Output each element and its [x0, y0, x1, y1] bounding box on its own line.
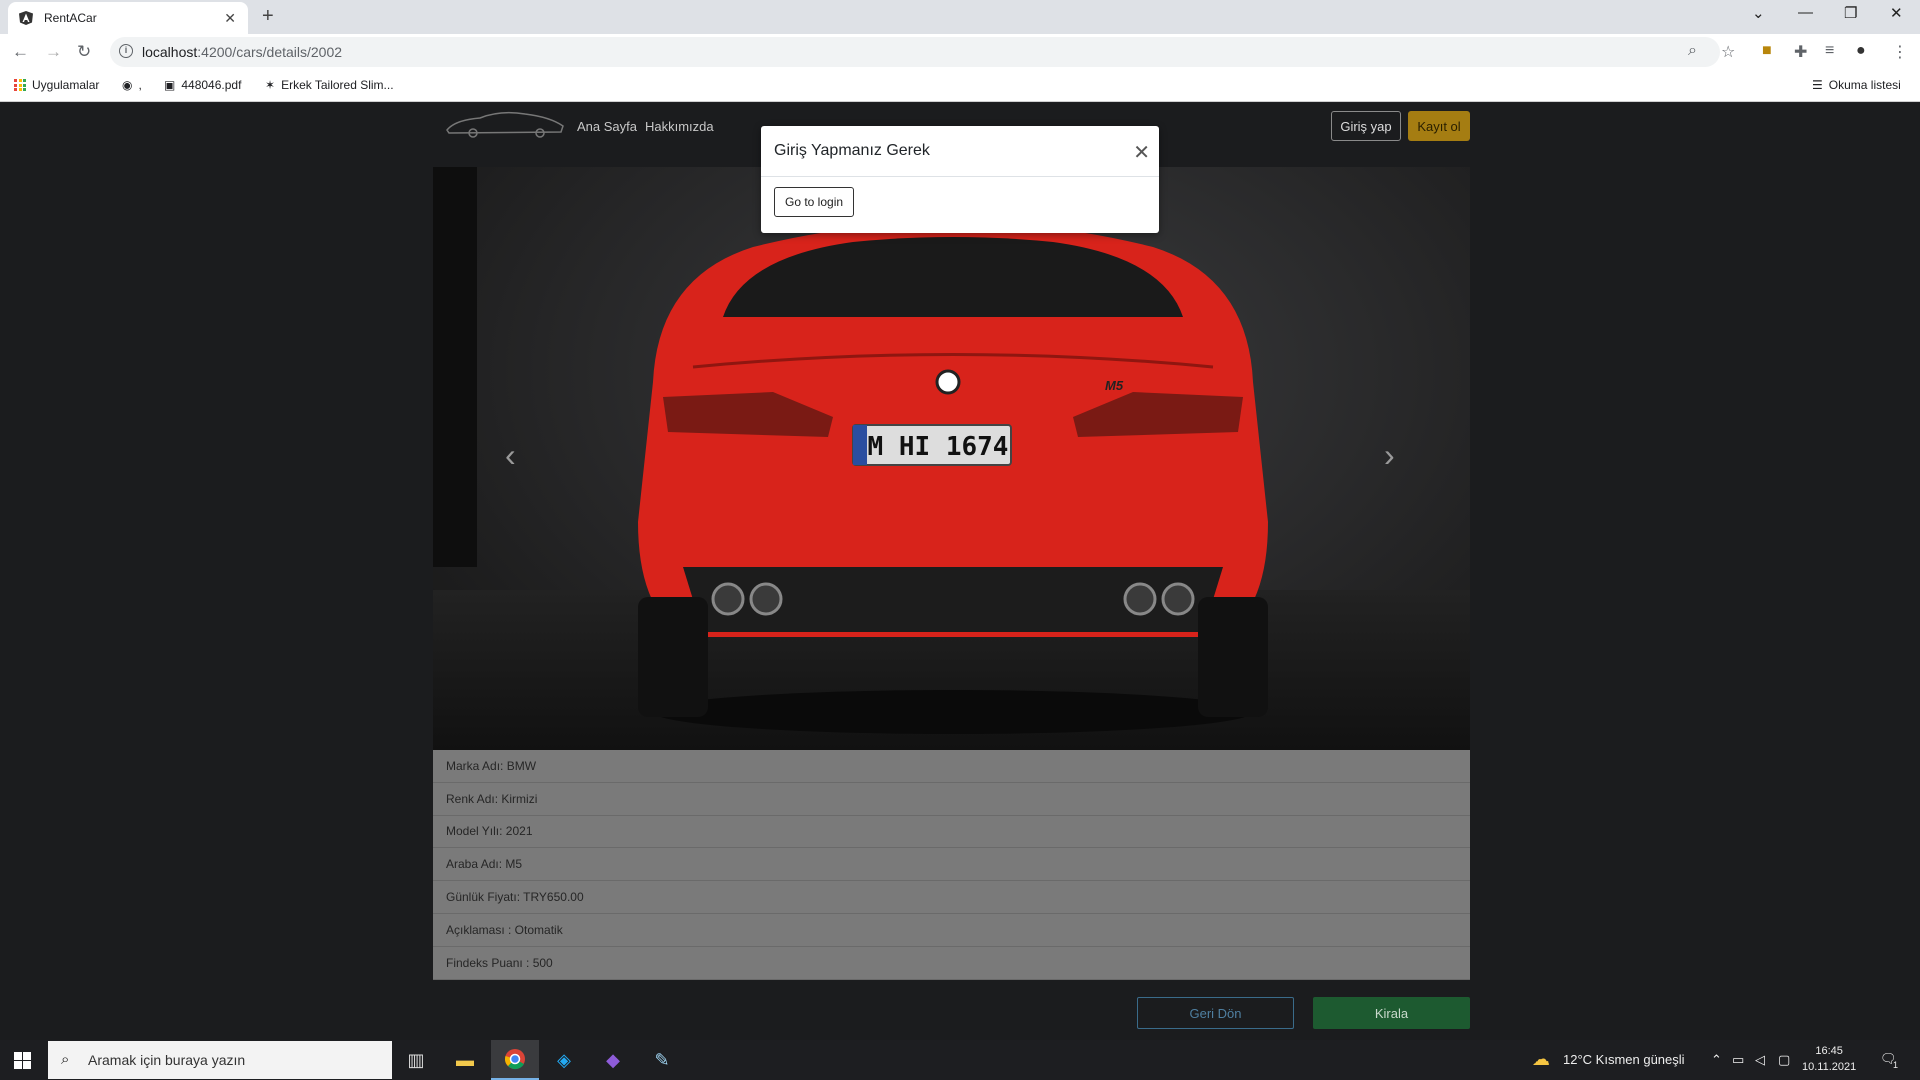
media-queue-icon[interactable]: ≡	[1825, 42, 1834, 60]
back-icon[interactable]: ←	[12, 42, 29, 62]
search-icon: ⌕	[61, 1051, 70, 1068]
new-tab-icon[interactable]: +	[262, 5, 274, 28]
windows-taskbar: ⌕ Aramak için buraya yazın ▥ ▬ ◈ ◆ ✎ ☁ 1…	[0, 1040, 1920, 1080]
login-required-modal: Giriş Yapmanız Gerek ✕ Go to login	[761, 126, 1159, 233]
url-path: :4200/cars/details/2002	[197, 44, 343, 60]
reading-list-icon: ☰	[1812, 78, 1823, 92]
windows-start-icon[interactable]	[14, 1052, 31, 1069]
taskbar-clock[interactable]: 16:45 10.11.2021	[1802, 1043, 1856, 1075]
nav-link-home[interactable]: Ana Sayfa	[577, 119, 637, 134]
detail-description: Açıklaması : Otomatik	[433, 913, 1470, 947]
close-icon[interactable]: ✕	[1133, 140, 1150, 165]
star-icon: ✶	[265, 78, 276, 92]
detail-daily-price: Günlük Fiyatı: TRY650.00	[433, 881, 1470, 914]
detail-findeks-score: Findeks Puanı : 500	[433, 946, 1470, 980]
back-button[interactable]: Geri Dön	[1137, 997, 1294, 1029]
weather-icon[interactable]: ☁	[1532, 1049, 1550, 1070]
extension-icon[interactable]: ■	[1762, 42, 1772, 60]
angular-icon	[19, 11, 33, 25]
visual-studio-icon[interactable]: ◆	[589, 1040, 637, 1080]
page: Ana Sayfa Hakkımızda Giriş yap Kayıt ol	[0, 103, 1920, 1040]
car-logo[interactable]	[445, 108, 565, 140]
restore-icon[interactable]: ❐	[1844, 4, 1857, 22]
bookmarks-bar: Uygulamalar ◉ , ▣ 448046.pdf ✶ Erkek Tai…	[0, 70, 1920, 102]
minimize-icon[interactable]: —	[1798, 4, 1813, 21]
browser-tabbar: RentACar ✕ + ⌄ — ❐ ✕	[0, 0, 1920, 34]
reading-list[interactable]: ☰ Okuma listesi	[1812, 78, 1901, 92]
browser-toolbar: ← → ↻ i localhost:4200/cars/details/2002…	[0, 34, 1920, 70]
carousel-next-icon[interactable]: ›	[1384, 437, 1395, 474]
info-icon[interactable]: i	[119, 44, 133, 58]
image-icon: ▣	[164, 78, 176, 92]
bookmark-label: Erkek Tailored Slim...	[281, 78, 394, 92]
paint-icon[interactable]: ✎	[638, 1040, 686, 1080]
forward-icon[interactable]: →	[45, 42, 62, 62]
carousel-prev-icon[interactable]: ‹	[505, 437, 516, 474]
vscode-icon[interactable]: ◈	[540, 1040, 588, 1080]
model-badge: M5	[1105, 378, 1124, 393]
volume-icon[interactable]: ◁	[1755, 1052, 1765, 1068]
battery-icon[interactable]: ▭	[1732, 1052, 1744, 1068]
bookmark-label: ,	[138, 78, 142, 92]
bookmark-pdf[interactable]: ▣ 448046.pdf	[164, 78, 241, 92]
clock-date: 10.11.2021	[1802, 1061, 1857, 1073]
bookmark-apps[interactable]: Uygulamalar	[14, 78, 99, 92]
apps-grid-icon	[14, 79, 26, 91]
zoom-icon[interactable]: ⌕	[1688, 42, 1697, 60]
bookmark-tailored[interactable]: ✶ Erkek Tailored Slim...	[265, 78, 394, 92]
address-bar[interactable]: i localhost:4200/cars/details/2002	[110, 37, 1720, 67]
login-button[interactable]: Giriş yap	[1331, 111, 1401, 141]
license-plate: M HI 1674	[868, 432, 1009, 462]
modal-title: Giriş Yapmanız Gerek	[774, 142, 930, 159]
file-explorer-icon[interactable]: ▬	[441, 1040, 489, 1080]
weather-text[interactable]: 12°C Kısmen güneşli	[1563, 1052, 1685, 1067]
modal-header: Giriş Yapmanız Gerek ✕	[761, 126, 1159, 177]
car-details-list: Marka Adı: BMW Renk Adı: Kirmizi Model Y…	[433, 750, 1470, 980]
profile-avatar-icon[interactable]: ●	[1856, 42, 1866, 60]
network-icon[interactable]: ▢	[1778, 1052, 1790, 1068]
chrome-icon[interactable]	[491, 1040, 539, 1080]
browser-tab[interactable]: RentACar ✕	[8, 2, 248, 34]
notification-count: 1	[1893, 1060, 1899, 1070]
puzzle-icon[interactable]: ✚	[1794, 42, 1807, 62]
modal-body: Go to login	[761, 177, 1159, 227]
detail-car-name: Araba Adı: M5	[433, 848, 1470, 882]
go-to-login-button[interactable]: Go to login	[774, 187, 855, 217]
menu-icon[interactable]: ⋮	[1892, 42, 1908, 62]
register-button[interactable]: Kayıt ol	[1408, 111, 1470, 141]
detail-brand: Marka Adı: BMW	[433, 750, 1470, 783]
bookmark-star-icon[interactable]: ☆	[1721, 42, 1735, 62]
reload-icon[interactable]: ↻	[77, 42, 91, 62]
bookmark-globe[interactable]: ◉ ,	[122, 78, 142, 92]
globe-icon: ◉	[122, 78, 133, 92]
tab-title: RentACar	[44, 11, 97, 25]
chevron-up-icon[interactable]: ⌃	[1711, 1052, 1722, 1068]
car-image-carousel: M HI 1674 M5 ‹ ›	[433, 167, 1470, 750]
clock-time: 16:45	[1815, 1045, 1843, 1057]
detail-model-year: Model Yılı: 2021	[433, 815, 1470, 849]
taskbar-search-input[interactable]: ⌕ Aramak için buraya yazın	[48, 1041, 392, 1079]
bookmark-label: 448046.pdf	[181, 78, 242, 92]
detail-color: Renk Adı: Kirmizi	[433, 782, 1470, 816]
nav-link-about[interactable]: Hakkımızda	[645, 119, 714, 134]
url-host: localhost	[142, 44, 198, 60]
close-window-icon[interactable]: ✕	[1890, 4, 1903, 22]
bookmark-label: Uygulamalar	[32, 78, 100, 92]
reading-list-label: Okuma listesi	[1828, 78, 1901, 92]
car-image: M HI 1674 M5	[638, 222, 1268, 734]
search-placeholder: Aramak için buraya yazın	[88, 1052, 246, 1068]
chevron-down-icon[interactable]: ⌄	[1752, 4, 1765, 22]
task-view-icon[interactable]: ▥	[392, 1040, 440, 1080]
rent-button[interactable]: Kirala	[1313, 997, 1470, 1029]
close-tab-icon[interactable]: ✕	[224, 10, 236, 27]
